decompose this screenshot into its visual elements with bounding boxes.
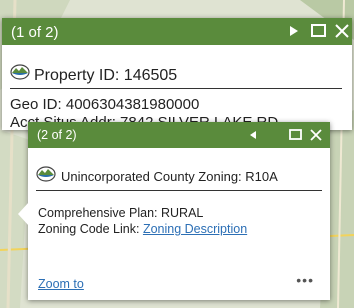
close-icon[interactable] [332,21,352,41]
close-icon[interactable] [306,125,326,145]
previous-icon[interactable] [243,125,263,145]
popup-header: (1 of 2) [2,18,352,45]
popup-title: Property ID: 146505 [34,67,178,84]
popup-title-row: Property ID: 146505 [10,58,342,89]
comprehensive-plan-row: Comprehensive Plan: RURAL [38,206,203,220]
popup-title-row: Unincorporated County Zoning: R10A [36,160,322,191]
layer-icon [36,164,56,182]
more-options-icon[interactable]: ••• [296,272,314,288]
zoning-code-row: Zoning Code Link: Zoning Description [38,222,247,236]
comprehensive-plan-value: RURAL [161,206,204,220]
zoom-to-link[interactable]: Zoom to [38,277,84,291]
next-icon[interactable] [284,21,304,41]
maximize-icon[interactable] [286,125,306,145]
popup-pointer [18,202,29,226]
popup-property: (1 of 2) Property ID: 146505 Geo ID: 400… [2,18,352,130]
popup-count: (2 of 2) [37,128,77,142]
popup-count: (1 of 2) [11,24,59,41]
zoning-code-label: Zoning Code Link: [38,222,140,236]
geo-id-field: Geo ID: 4006304381980000 [10,96,200,113]
layer-icon [10,62,30,80]
comprehensive-plan-label: Comprehensive Plan: [38,206,158,220]
popup-title: Unincorporated County Zoning: R10A [61,169,278,184]
zoning-description-link[interactable]: Zoning Description [143,222,247,236]
popup-zoning: (2 of 2) Unincorporated County Zoning: R… [18,122,330,300]
maximize-icon[interactable] [309,21,329,41]
popup-header: (2 of 2) [28,122,330,148]
